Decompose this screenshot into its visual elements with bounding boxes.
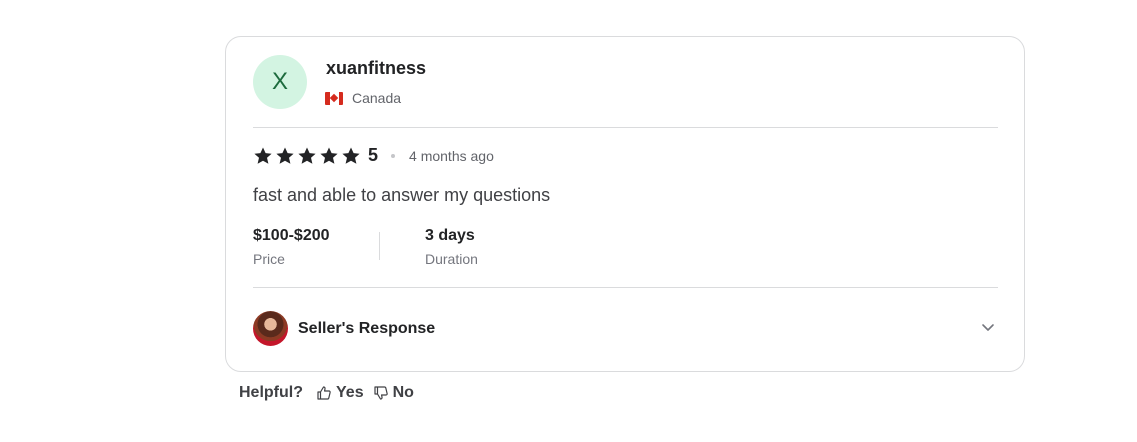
helpful-row: Helpful? Yes No bbox=[239, 384, 423, 402]
divider bbox=[253, 287, 998, 288]
chevron-down-icon[interactable] bbox=[980, 319, 996, 335]
star-icon bbox=[320, 147, 338, 164]
star-icon bbox=[298, 147, 316, 164]
review-card: X xuanfitness Canada 5 4 months ago fast… bbox=[225, 36, 1025, 372]
duration-label: Duration bbox=[425, 251, 478, 267]
helpful-yes-button[interactable]: Yes bbox=[316, 384, 364, 402]
meta-separator bbox=[379, 232, 380, 260]
yes-label: Yes bbox=[336, 384, 364, 401]
separator-dot bbox=[391, 153, 396, 158]
helpful-no-button[interactable]: No bbox=[373, 384, 414, 402]
duration-info: 3 days Duration bbox=[425, 227, 478, 267]
star-rating bbox=[253, 146, 361, 166]
seller-response-toggle[interactable]: Seller's Response bbox=[253, 311, 998, 346]
seller-response-label: Seller's Response bbox=[298, 319, 436, 337]
canada-flag-icon bbox=[325, 91, 343, 105]
review-time-ago: 4 months ago bbox=[409, 147, 494, 164]
review-text: fast and able to answer my questions bbox=[253, 185, 551, 205]
price-label: Price bbox=[253, 251, 285, 267]
country-name: Canada bbox=[352, 90, 402, 106]
star-icon bbox=[342, 147, 360, 164]
helpful-label: Helpful? bbox=[239, 384, 303, 401]
reviewer-username: xuanfitness bbox=[326, 58, 427, 78]
price-info: $100-$200 Price bbox=[253, 227, 330, 267]
thumb-down-icon bbox=[373, 386, 388, 400]
star-icon bbox=[254, 147, 272, 164]
thumb-up-icon bbox=[317, 386, 331, 400]
rating-row: 5 4 months ago bbox=[253, 145, 494, 166]
no-label: No bbox=[392, 384, 414, 401]
seller-avatar bbox=[253, 311, 288, 346]
rating-value: 5 bbox=[368, 145, 379, 165]
reviewer-avatar: X bbox=[253, 55, 307, 109]
star-icon bbox=[276, 147, 294, 164]
divider bbox=[253, 127, 998, 128]
price-value: $100-$200 bbox=[253, 227, 330, 244]
reviewer-country: Canada bbox=[325, 90, 401, 106]
duration-value: 3 days bbox=[425, 227, 475, 244]
